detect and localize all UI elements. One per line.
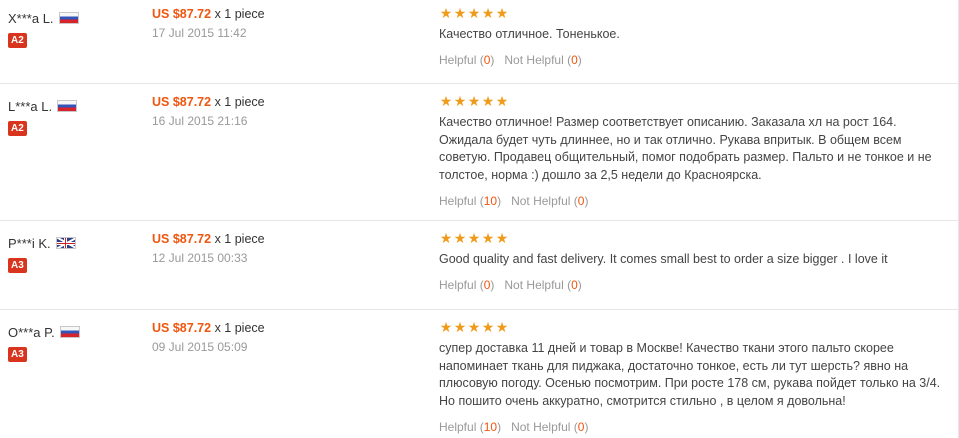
helpful-votes: Helpful (0) Not Helpful (0)	[439, 278, 949, 292]
star-icon: ★	[439, 5, 453, 21]
not-helpful-link[interactable]: Not Helpful (0)	[504, 53, 581, 67]
feedback: ★ ★ ★ ★ ★ Good quality and fast delivery. It…	[439, 231, 949, 292]
helpful-link[interactable]: Helpful (0)	[439, 53, 494, 67]
star-icon: ★	[453, 5, 467, 21]
star-icon: ★	[481, 230, 495, 246]
user-name: O***a P.	[8, 324, 55, 340]
flag-ru-icon	[58, 12, 79, 24]
order-info: US $87.72 x 1 piece 09 Jul 2015 05:09	[152, 320, 422, 354]
star-icon: ★	[439, 93, 453, 109]
review-user: X***a L. A2	[8, 10, 138, 48]
helpful-count: 0	[483, 277, 491, 292]
not-helpful-count: 0	[571, 277, 578, 292]
price: US $87.72	[152, 232, 212, 246]
star-icon: ★	[453, 93, 467, 109]
not-helpful-link[interactable]: Not Helpful (0)	[504, 278, 581, 292]
not-helpful-link[interactable]: Not Helpful (0)	[511, 194, 588, 208]
helpful-votes: Helpful (10) Not Helpful (0)	[439, 194, 949, 208]
user-name: L***a L.	[8, 98, 53, 114]
buyer-level-badge: A3	[8, 258, 27, 273]
not-helpful-count: 0	[577, 194, 585, 208]
feedback: ★ ★ ★ ★ ★ Качество отличное. Тоненькое. Help…	[439, 6, 949, 67]
star-icon: ★	[453, 230, 467, 246]
flag-gb-icon	[55, 237, 76, 249]
review-item: O***a P. A3 US $87.72 x 1 piece 09 Jul 2…	[0, 310, 959, 438]
star-icon: ★	[439, 319, 453, 335]
buyer-level-badge: A2	[8, 33, 27, 48]
quantity: x 1 piece	[214, 321, 265, 335]
star-icon: ★	[495, 93, 509, 109]
flag-ru-icon	[59, 326, 80, 338]
helpful-link[interactable]: Helpful (0)	[439, 278, 494, 292]
price: US $87.72	[152, 95, 212, 109]
star-icon: ★	[439, 230, 453, 246]
star-icon: ★	[467, 230, 481, 246]
helpful-link[interactable]: Helpful (10)	[439, 194, 501, 208]
star-rating: ★ ★ ★ ★ ★	[439, 320, 949, 336]
buyer-level-badge: A2	[8, 121, 27, 136]
helpful-link[interactable]: Helpful (10)	[439, 420, 501, 434]
star-rating: ★ ★ ★ ★ ★	[439, 94, 949, 110]
order-info: US $87.72 x 1 piece 17 Jul 2015 11:42	[152, 6, 422, 40]
review-item: P***i K. A3 US $87.72 x 1 piece 12 Jul 2…	[0, 221, 959, 310]
review-date: 16 Jul 2015 21:16	[152, 114, 248, 128]
star-icon: ★	[481, 93, 495, 109]
helpful-votes: Helpful (0) Not Helpful (0)	[439, 53, 949, 67]
not-helpful-link[interactable]: Not Helpful (0)	[511, 420, 588, 434]
star-icon: ★	[481, 319, 495, 335]
star-icon: ★	[467, 319, 481, 335]
review-user: L***a L. A2	[8, 98, 138, 136]
star-rating: ★ ★ ★ ★ ★	[439, 231, 949, 247]
order-info: US $87.72 x 1 piece 12 Jul 2015 00:33	[152, 231, 422, 265]
review-text: Качество отличное! Размер соответствует …	[439, 115, 932, 182]
star-icon: ★	[495, 230, 509, 246]
not-helpful-count: 0	[571, 52, 578, 67]
quantity: x 1 piece	[214, 7, 265, 21]
helpful-count: 10	[483, 420, 498, 434]
review-list: X***a L. A2 US $87.72 x 1 piece 17 Jul 2…	[0, 0, 959, 438]
quantity: x 1 piece	[214, 95, 265, 109]
star-icon: ★	[495, 5, 509, 21]
star-icon: ★	[495, 319, 509, 335]
price: US $87.72	[152, 7, 212, 21]
review-text: супер доставка 11 дней и товар в Москве!…	[439, 341, 941, 408]
star-icon: ★	[467, 93, 481, 109]
order-info: US $87.72 x 1 piece 16 Jul 2015 21:16	[152, 94, 422, 128]
flag-ru-icon	[57, 100, 78, 112]
review-date: 09 Jul 2015 05:09	[152, 340, 248, 354]
star-icon: ★	[481, 5, 495, 21]
review-date: 12 Jul 2015 00:33	[152, 251, 248, 265]
helpful-count: 10	[483, 194, 498, 208]
buyer-level-badge: A3	[8, 347, 27, 362]
review-item: L***a L. A2 US $87.72 x 1 piece 16 Jul 2…	[0, 84, 959, 221]
review-date: 17 Jul 2015 11:42	[152, 26, 247, 40]
review-text: Качество отличное. Тоненькое.	[439, 27, 620, 41]
star-icon: ★	[467, 5, 481, 21]
review-user: P***i K. A3	[8, 235, 138, 273]
helpful-votes: Helpful (10) Not Helpful (0)	[439, 420, 949, 434]
star-icon: ★	[453, 319, 467, 335]
user-name: P***i K.	[8, 235, 51, 251]
review-user: O***a P. A3	[8, 324, 138, 362]
helpful-count: 0	[483, 52, 491, 67]
quantity: x 1 piece	[214, 232, 265, 246]
star-rating: ★ ★ ★ ★ ★	[439, 6, 949, 22]
feedback: ★ ★ ★ ★ ★ Качество отличное! Размер соответс…	[439, 94, 949, 208]
review-item: X***a L. A2 US $87.72 x 1 piece 17 Jul 2…	[0, 0, 959, 84]
not-helpful-count: 0	[577, 420, 585, 434]
price: US $87.72	[152, 321, 212, 335]
feedback: ★ ★ ★ ★ ★ супер доставка 11 дней и товар в М…	[439, 320, 949, 434]
user-name: X***a L.	[8, 10, 54, 26]
review-text: Good quality and fast delivery. It comes…	[439, 252, 888, 266]
